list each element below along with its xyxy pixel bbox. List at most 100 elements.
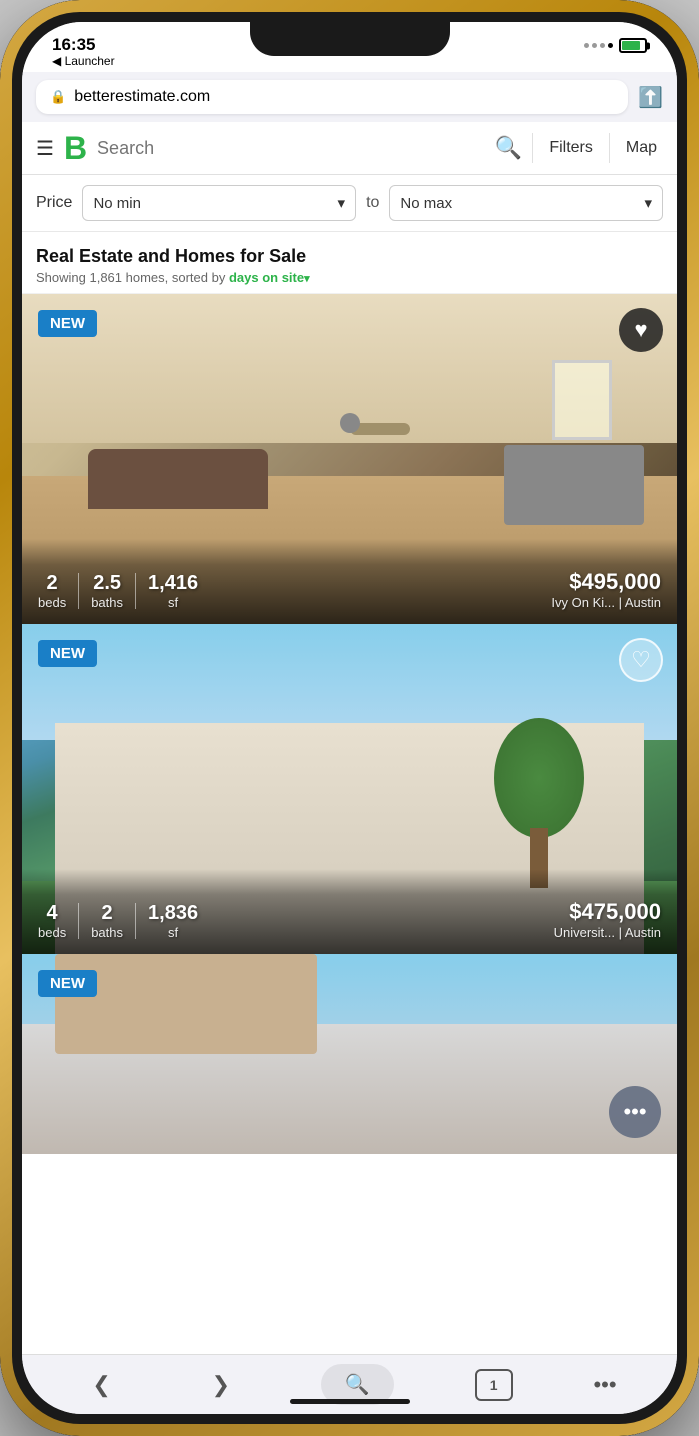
baths-value-2: 2 xyxy=(102,902,113,925)
sqft-value-2: 1,836 xyxy=(148,902,198,925)
battery-fill xyxy=(622,41,640,50)
search-input[interactable] xyxy=(97,138,487,159)
battery-icon xyxy=(619,38,647,53)
lock-icon: 🔒 xyxy=(50,89,66,105)
spec-divider-3 xyxy=(78,903,79,939)
home-indicator xyxy=(290,1399,410,1404)
header-divider xyxy=(532,133,533,163)
beds-value-2: 4 xyxy=(47,902,58,925)
chat-icon: ••• xyxy=(623,1099,646,1125)
chat-button[interactable]: ••• xyxy=(609,1086,661,1138)
baths-spec-2: 2 baths xyxy=(91,902,123,940)
header-divider-2 xyxy=(609,133,610,163)
tree-canopy xyxy=(494,718,584,838)
app-header: ☰ B 🔍 Filters Map xyxy=(22,122,677,175)
back-button[interactable]: ❮ xyxy=(82,1368,120,1402)
baths-label-2: baths xyxy=(91,925,123,940)
phone-frame: 16:35 ◀ Launcher 🔒 betterestimate.com xyxy=(0,0,699,1436)
status-time: 16:35 xyxy=(52,36,115,53)
search-bar: 🔍 xyxy=(97,135,522,161)
tree xyxy=(499,728,579,888)
ceiling-fan xyxy=(280,353,420,493)
share-icon[interactable]: ⬆️ xyxy=(638,85,663,110)
price-label: Price xyxy=(36,194,72,212)
baths-label-1: baths xyxy=(91,595,123,610)
more-button[interactable]: ••• xyxy=(593,1372,616,1398)
status-left: 16:35 ◀ Launcher xyxy=(52,36,115,67)
price-filter-row: Price No min ▾ to No max ▾ xyxy=(22,175,677,232)
browser-bar: 🔒 betterestimate.com ⬆️ xyxy=(22,72,677,122)
tab-count-value: 1 xyxy=(490,1377,498,1393)
app-content: 16:35 ◀ Launcher 🔒 betterestimate.com xyxy=(22,22,677,1414)
heart-icon-2: ♡ xyxy=(631,647,651,673)
url-text: betterestimate.com xyxy=(74,88,210,106)
price-min-arrow: ▾ xyxy=(338,194,346,212)
new-badge-3: NEW xyxy=(38,970,97,997)
baths-value-1: 2.5 xyxy=(93,572,121,595)
favorite-button-2[interactable]: ♡ xyxy=(619,638,663,682)
sqft-spec-2: 1,836 sf xyxy=(148,902,198,940)
forward-button[interactable]: ❯ xyxy=(202,1368,240,1402)
listing-info-2: 4 beds 2 baths 1,836 xyxy=(22,869,677,954)
menu-icon[interactable]: ☰ xyxy=(36,136,54,161)
search-icon[interactable]: 🔍 xyxy=(495,135,522,161)
browser-bottom-bar: ❮ ❯ 🔍 1 ••• xyxy=(22,1354,677,1414)
price-min-value: No min xyxy=(93,195,141,212)
kitchen-counter xyxy=(504,445,644,525)
price-min-select[interactable]: No min ▾ xyxy=(82,185,356,221)
listing-info-1: 2 beds 2.5 baths 1,416 xyxy=(22,539,677,624)
house-decoration-3 xyxy=(22,954,677,1154)
beds-label-2: beds xyxy=(38,925,66,940)
price-max-arrow: ▾ xyxy=(644,194,652,212)
sqft-spec-1: 1,416 sf xyxy=(148,572,198,610)
beds-spec-2: 4 beds xyxy=(38,902,66,940)
listing-image-1: NEW ♥ 2 beds xyxy=(22,294,677,624)
listings-container: NEW ♥ 2 beds xyxy=(22,294,677,1354)
price-max-value: No max xyxy=(400,195,452,212)
spec-divider-1 xyxy=(78,573,79,609)
listing-card-3[interactable]: NEW ••• xyxy=(22,954,677,1154)
sort-link[interactable]: days on site▾ xyxy=(229,270,310,285)
listing-price-2: $475,000 xyxy=(554,899,661,925)
listing-image-2: NEW ♡ 4 beds xyxy=(22,624,677,954)
filters-button[interactable]: Filters xyxy=(543,135,599,161)
price-to-label: to xyxy=(366,194,379,212)
brand-logo: B xyxy=(64,132,87,164)
map-button[interactable]: Map xyxy=(620,135,663,161)
new-badge-2: NEW xyxy=(38,640,97,667)
sqft-label-1: sf xyxy=(168,595,178,610)
url-bar[interactable]: 🔒 betterestimate.com xyxy=(36,80,628,114)
couch xyxy=(88,449,268,509)
spec-divider-2 xyxy=(135,573,136,609)
spec-divider-4 xyxy=(135,903,136,939)
favorite-button-1[interactable]: ♥ xyxy=(619,308,663,352)
section-header: Real Estate and Homes for Sale Showing 1… xyxy=(22,232,677,294)
beds-spec-1: 2 beds xyxy=(38,572,66,610)
listing-card-1[interactable]: NEW ♥ 2 beds xyxy=(22,294,677,624)
listing-price-loc-1: $495,000 Ivy On Ki... | Austin xyxy=(551,569,661,610)
phone-screen: 16:35 ◀ Launcher 🔒 betterestimate.com xyxy=(22,22,677,1414)
annex-3 xyxy=(55,954,317,1054)
fan-center xyxy=(340,413,360,433)
listing-specs-1: 2 beds 2.5 baths 1,416 xyxy=(38,572,198,610)
browser-search-icon: 🔍 xyxy=(345,1372,370,1397)
new-badge-1: NEW xyxy=(38,310,97,337)
beds-value-1: 2 xyxy=(47,572,58,595)
window-light xyxy=(552,360,612,440)
price-max-select[interactable]: No max ▾ xyxy=(389,185,663,221)
listing-price-1: $495,000 xyxy=(551,569,661,595)
listing-image-3: NEW ••• xyxy=(22,954,677,1154)
heart-icon-1: ♥ xyxy=(634,317,647,343)
section-subtitle: Showing 1,861 homes, sorted by days on s… xyxy=(36,270,663,285)
listing-location-2: Universit... | Austin xyxy=(554,925,661,940)
sqft-label-2: sf xyxy=(168,925,178,940)
status-carrier: ◀ Launcher xyxy=(52,55,115,67)
status-right xyxy=(584,36,647,53)
sqft-value-1: 1,416 xyxy=(148,572,198,595)
listing-card-2[interactable]: NEW ♡ 4 beds xyxy=(22,624,677,954)
tab-count-button[interactable]: 1 xyxy=(475,1369,513,1401)
section-title: Real Estate and Homes for Sale xyxy=(36,246,663,267)
beds-label-1: beds xyxy=(38,595,66,610)
listing-specs-2: 4 beds 2 baths 1,836 xyxy=(38,902,198,940)
listing-location-1: Ivy On Ki... | Austin xyxy=(551,595,661,610)
